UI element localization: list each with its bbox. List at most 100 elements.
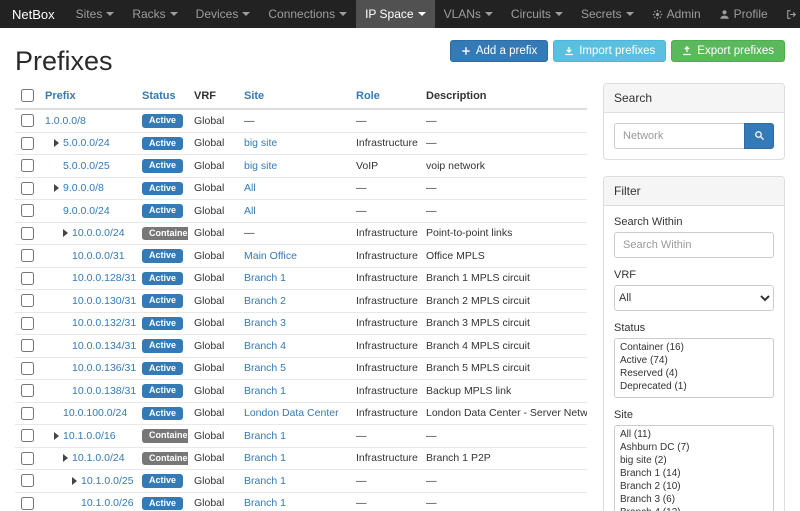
search-panel: Search: [603, 83, 785, 160]
top-navbar: NetBox SitesRacksDevices Connections IP Sp…: [0, 0, 800, 28]
row-checkbox[interactable]: [21, 497, 34, 510]
prefix-link[interactable]: 10.0.0.130/31: [72, 295, 136, 307]
row-checkbox[interactable]: [21, 159, 34, 172]
filter-option[interactable]: Container (16): [615, 341, 773, 354]
nav-item-connections[interactable]: Connections: [259, 0, 356, 28]
export-prefixes-label: Export prefixes: [697, 45, 774, 57]
filter-option[interactable]: big site (2): [615, 454, 773, 467]
site-link[interactable]: Branch 1: [244, 385, 286, 397]
search-within-input[interactable]: [614, 232, 774, 258]
row-checkbox[interactable]: [21, 452, 34, 465]
nav-item-racks[interactable]: Racks: [123, 0, 186, 28]
row-checkbox[interactable]: [21, 272, 34, 285]
table-header-row: Prefix Status VRF Site Role Description: [15, 83, 587, 109]
row-checkbox[interactable]: [21, 294, 34, 307]
status-listbox[interactable]: Container (16)Active (74)Reserved (4)Dep…: [614, 338, 774, 398]
prefix-link[interactable]: 10.1.0.0/24: [72, 452, 125, 464]
prefix-link[interactable]: 5.0.0.0/25: [63, 160, 110, 172]
prefix-link[interactable]: 10.1.0.0/25: [81, 475, 134, 487]
nav-item-vlans[interactable]: VLANs: [435, 0, 502, 28]
site-link[interactable]: London Data Center: [244, 407, 339, 419]
site-link[interactable]: big site: [244, 137, 277, 149]
filter-option[interactable]: Reserved (4): [615, 367, 773, 380]
filter-option[interactable]: Deprecated (1): [615, 380, 773, 393]
nav-item-log-out[interactable]: Log out: [777, 0, 800, 28]
row-checkbox[interactable]: [21, 114, 34, 127]
prefix-link[interactable]: 10.0.0.138/31: [72, 385, 136, 397]
nav-item-label: Connections: [268, 7, 335, 21]
site-listbox[interactable]: All (11)Ashburn DC (7)big site (2)Branch…: [614, 425, 774, 511]
filter-option[interactable]: Branch 3 (6): [615, 493, 773, 506]
filter-option[interactable]: Branch 2 (10): [615, 480, 773, 493]
column-header-status[interactable]: Status: [136, 83, 188, 109]
prefix-link[interactable]: 10.1.0.0/26: [81, 497, 134, 509]
import-prefixes-button[interactable]: Import prefixes: [553, 40, 666, 62]
select-all-checkbox[interactable]: [21, 89, 34, 102]
prefix-link[interactable]: 10.0.0.134/31: [72, 340, 136, 352]
site-link[interactable]: Branch 1: [244, 430, 286, 442]
site-link[interactable]: Branch 1: [244, 475, 286, 487]
nav-item-circuits[interactable]: Circuits: [502, 0, 572, 28]
add-prefix-button[interactable]: Add a prefix: [450, 40, 548, 62]
row-checkbox[interactable]: [21, 137, 34, 150]
prefix-link[interactable]: 10.0.0.0/24: [72, 227, 125, 239]
prefix-link[interactable]: 10.1.0.0/16: [63, 430, 116, 442]
row-checkbox[interactable]: [21, 182, 34, 195]
prefix-link[interactable]: 9.0.0.0/24: [63, 205, 110, 217]
prefix-link[interactable]: 10.0.0.0/31: [72, 250, 125, 262]
row-checkbox[interactable]: [21, 249, 34, 262]
row-checkbox[interactable]: [21, 204, 34, 217]
column-header-site[interactable]: Site: [238, 83, 350, 109]
nav-item-profile[interactable]: Profile: [710, 0, 777, 28]
export-prefixes-button[interactable]: Export prefixes: [671, 40, 785, 62]
site-link[interactable]: Branch 1: [244, 452, 286, 464]
row-checkbox[interactable]: [21, 384, 34, 397]
search-input[interactable]: [614, 123, 744, 149]
filter-option[interactable]: Branch 4 (12): [615, 506, 773, 511]
filter-option[interactable]: Active (74): [615, 354, 773, 367]
nav-item-secrets[interactable]: Secrets: [572, 0, 643, 28]
add-prefix-label: Add a prefix: [476, 45, 537, 57]
row-checkbox[interactable]: [21, 227, 34, 240]
site-link[interactable]: Branch 2: [244, 295, 286, 307]
filter-option[interactable]: Branch 1 (14): [615, 467, 773, 480]
prefix-link[interactable]: 10.0.0.132/31: [72, 317, 136, 329]
site-link[interactable]: big site: [244, 160, 277, 172]
status-badge: Active: [142, 407, 183, 421]
site-link[interactable]: Branch 5: [244, 362, 286, 374]
site-link[interactable]: Branch 1: [244, 497, 286, 509]
site-link[interactable]: Branch 3: [244, 317, 286, 329]
nav-item-label: VLANs: [444, 7, 481, 21]
nav-item-ip-space[interactable]: IP Space: [356, 0, 434, 28]
nav-item-sites[interactable]: Sites: [67, 0, 124, 28]
prefix-link[interactable]: 5.0.0.0/24: [63, 137, 110, 149]
tree-expand-icon: [54, 184, 59, 192]
row-checkbox[interactable]: [21, 317, 34, 330]
status-badge: Container: [142, 429, 188, 443]
site-link[interactable]: Branch 1: [244, 272, 286, 284]
column-header-role[interactable]: Role: [350, 83, 420, 109]
row-checkbox[interactable]: [21, 474, 34, 487]
filter-option[interactable]: All (11): [615, 428, 773, 441]
prefix-link[interactable]: 1.0.0.0/8: [45, 115, 86, 127]
site-link[interactable]: All: [244, 205, 256, 217]
site-link[interactable]: Branch 4: [244, 340, 286, 352]
prefix-link[interactable]: 10.0.0.128/31: [72, 272, 136, 284]
row-checkbox[interactable]: [21, 407, 34, 420]
nav-item-devices[interactable]: Devices: [187, 0, 260, 28]
prefix-link[interactable]: 10.0.0.136/31: [72, 362, 136, 374]
prefix-link[interactable]: 10.0.100.0/24: [63, 407, 127, 419]
filter-option[interactable]: Ashburn DC (7): [615, 441, 773, 454]
chevron-down-icon: [555, 12, 563, 16]
prefix-link[interactable]: 9.0.0.0/8: [63, 182, 104, 194]
vrf-select[interactable]: All: [614, 285, 774, 311]
nav-item-admin[interactable]: Admin: [643, 0, 710, 28]
site-link[interactable]: Main Office: [244, 250, 297, 262]
site-link[interactable]: All: [244, 182, 256, 194]
search-button[interactable]: [744, 123, 774, 149]
row-checkbox[interactable]: [21, 362, 34, 375]
brand-link[interactable]: NetBox: [0, 0, 67, 28]
column-header-prefix[interactable]: Prefix: [39, 83, 136, 109]
row-checkbox[interactable]: [21, 339, 34, 352]
row-checkbox[interactable]: [21, 429, 34, 442]
